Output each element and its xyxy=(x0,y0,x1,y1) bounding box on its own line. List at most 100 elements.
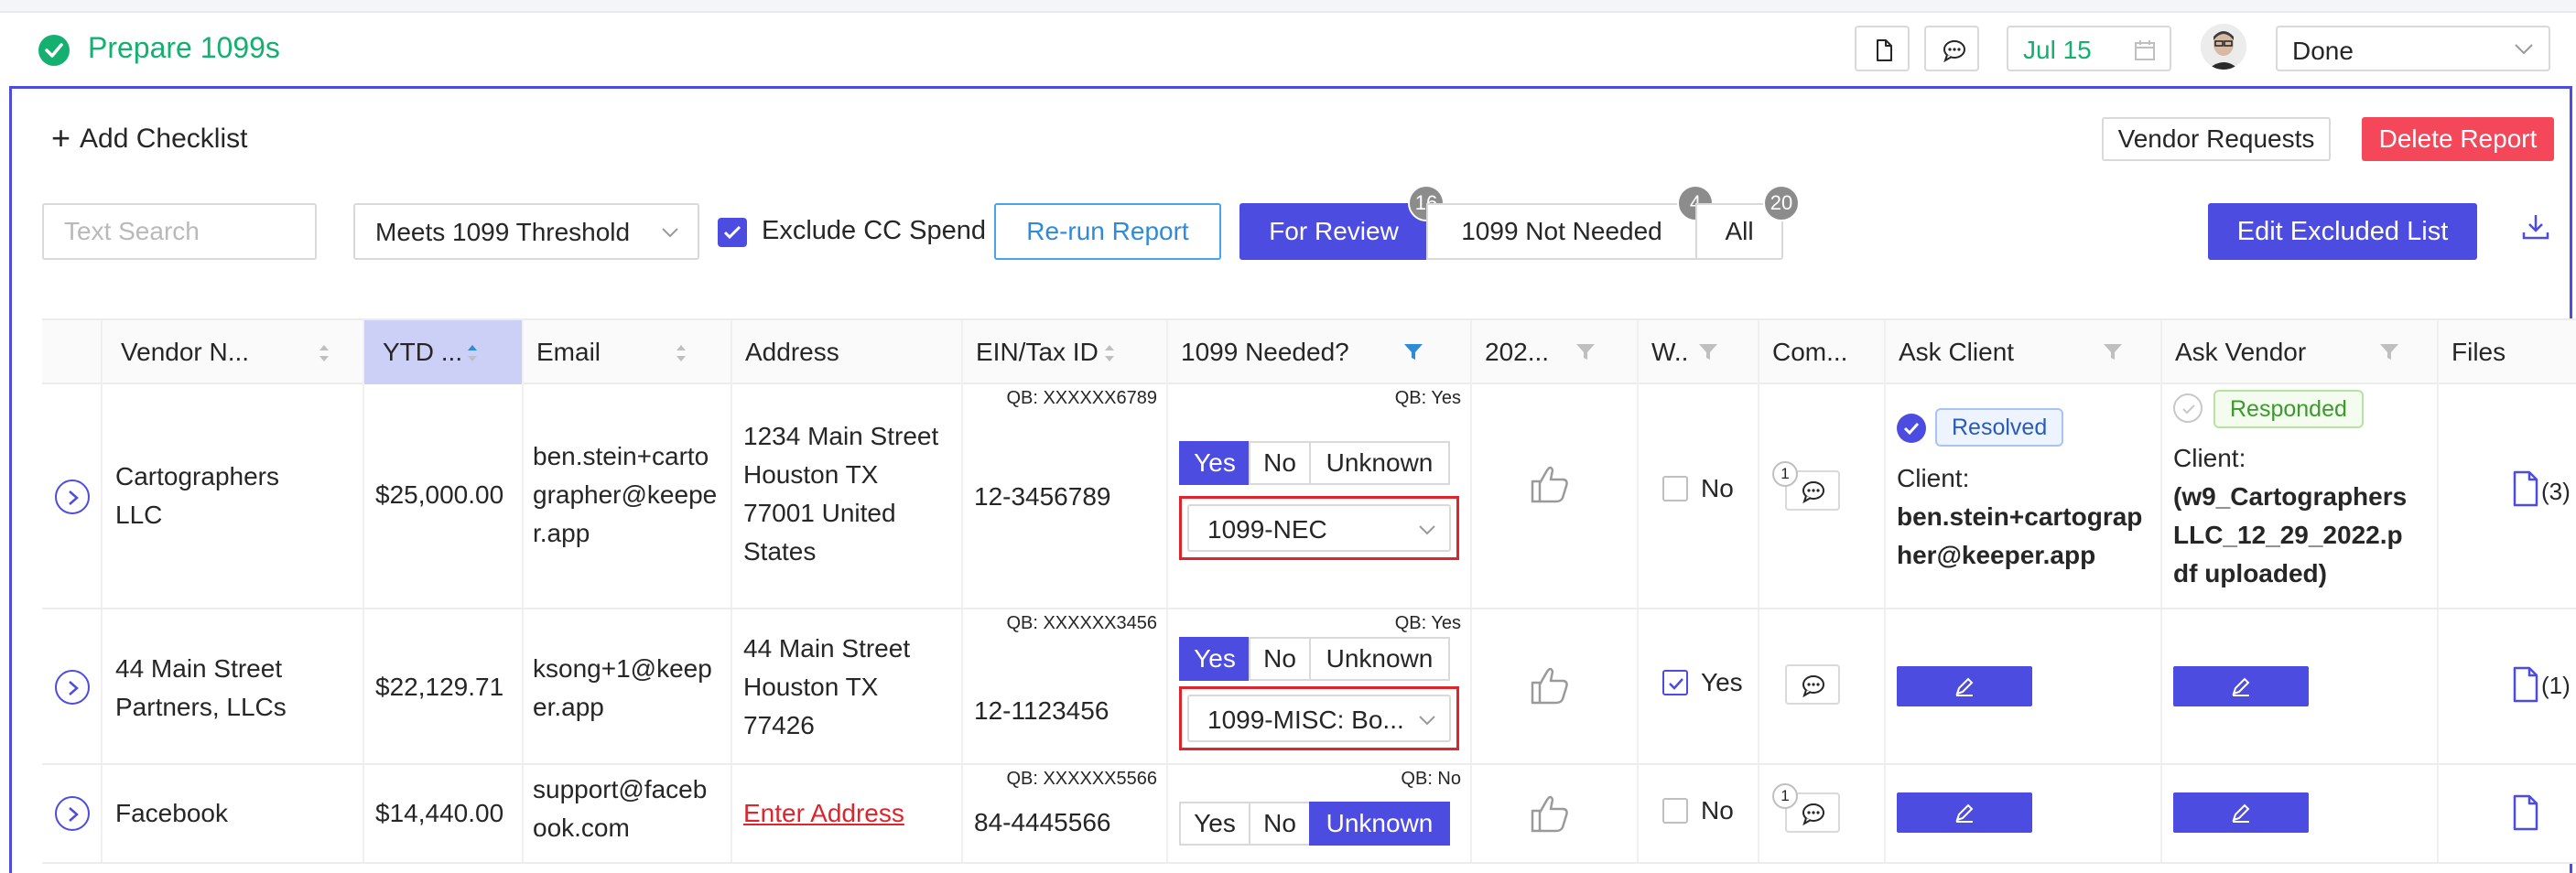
thumbs-up-icon[interactable] xyxy=(1529,664,1571,706)
w9-cell: No xyxy=(1639,765,1759,862)
needed-no-button[interactable]: No xyxy=(1249,441,1311,485)
needed-unknown-button[interactable]: Unknown xyxy=(1309,441,1450,485)
comment-icon xyxy=(1802,675,1824,697)
pencil-icon xyxy=(2232,677,2250,696)
needed-no-button[interactable]: No xyxy=(1249,637,1311,681)
needed-yes-button[interactable]: Yes xyxy=(1179,802,1250,846)
rerun-report-button[interactable]: Re-run Report xyxy=(994,203,1221,260)
comments-button[interactable] xyxy=(1924,26,1979,71)
comment-icon xyxy=(1943,40,1965,62)
vendor-name: Cartographers xyxy=(115,462,279,490)
column-header-vendor[interactable]: Vendor N... xyxy=(103,320,364,384)
address-text: 44 Main Street xyxy=(743,634,911,663)
table-row: Cartographers LLC $25,000.00 ben.stein+c… xyxy=(42,384,2576,609)
column-label: W.. xyxy=(1651,338,1689,366)
column-header-ask-client[interactable]: Ask Client xyxy=(1886,320,2162,384)
download-icon[interactable] xyxy=(2521,212,2550,246)
vendor-requests-button[interactable]: Vendor Requests xyxy=(2102,117,2331,161)
form-type-dropdown[interactable]: 1099-NEC xyxy=(1179,496,1459,560)
filter-icon[interactable] xyxy=(2102,342,2124,362)
delete-report-button[interactable]: Delete Report xyxy=(2362,117,2554,161)
comment-count-badge: 1 xyxy=(1772,461,1798,487)
w9-checkbox[interactable] xyxy=(1662,798,1688,824)
email-text: ksong+1@keep xyxy=(533,654,712,683)
ytd-cell: $22,129.71 xyxy=(364,609,524,763)
column-label: EIN/Tax ID xyxy=(976,338,1099,366)
completed-check-icon[interactable] xyxy=(38,35,70,66)
ein-cell: QB: XXXXXX3456 12-1123456 xyxy=(963,609,1168,763)
form-type-select[interactable]: 1099-NEC xyxy=(1187,504,1451,552)
column-label: 202... xyxy=(1485,338,1550,366)
plus-icon: + xyxy=(51,119,71,156)
column-header-ask-vendor[interactable]: Ask Vendor xyxy=(2162,320,2439,384)
w9-checkbox[interactable] xyxy=(1662,476,1688,501)
status-dropdown[interactable]: Done xyxy=(2276,26,2550,71)
qb-ein-note: QB: XXXXXX3456 xyxy=(1006,613,1157,633)
ask-vendor-edit-button[interactable] xyxy=(2173,666,2309,706)
exclude-cc-checkbox[interactable] xyxy=(718,218,747,247)
column-header-ein[interactable]: EIN/Tax ID xyxy=(963,320,1168,384)
thumbs-up-icon[interactable] xyxy=(1529,463,1571,505)
expand-row-icon[interactable] xyxy=(55,480,90,514)
table-row: 44 Main Street Partners, LLCs $22,129.71… xyxy=(42,609,2576,765)
assignee-avatar[interactable] xyxy=(2201,24,2246,70)
enter-address-link[interactable]: Enter Address xyxy=(743,794,904,833)
threshold-filter-dropdown[interactable]: Meets 1099 Threshold xyxy=(353,203,699,260)
ask-client-cell xyxy=(1886,609,2162,763)
comments-cell: 1 xyxy=(1759,384,1886,608)
add-checklist-button[interactable]: + Add Checklist xyxy=(51,117,247,156)
needed-unknown-button[interactable]: Unknown xyxy=(1309,637,1450,681)
filter-icon[interactable] xyxy=(2378,342,2400,362)
column-label: Email xyxy=(536,338,601,366)
tab-1099-not-needed[interactable]: 1099 Not Needed 4 xyxy=(1426,185,1714,260)
1099-needed-cell: QB: Yes Yes No Unknown 1099-NEC xyxy=(1168,384,1472,608)
column-header-expand xyxy=(42,320,103,384)
ask-vendor-text: Client: xyxy=(2173,444,2246,472)
expand-row-icon[interactable] xyxy=(55,670,90,705)
form-type-dropdown[interactable]: 1099-MISC: Bo... xyxy=(1179,686,1459,750)
address-cell: 1234 Main Street Houston TX 77001 United… xyxy=(732,384,963,608)
comment-button[interactable] xyxy=(1785,664,1840,705)
column-header-2022[interactable]: 202... xyxy=(1472,320,1639,384)
column-header-ytd[interactable]: YTD ... xyxy=(364,320,524,384)
vendor-name-cell: 44 Main Street Partners, LLCs xyxy=(103,609,364,763)
vendor-name: Facebook xyxy=(115,799,228,827)
thumbs-up-icon[interactable] xyxy=(1529,792,1571,835)
sort-icon xyxy=(1105,345,1114,361)
filter-active-icon[interactable] xyxy=(1402,342,1424,362)
ask-client-edit-button[interactable] xyxy=(1897,792,2032,833)
ask-vendor-edit-button[interactable] xyxy=(2173,792,2309,833)
tab-for-review[interactable]: For Review 16 xyxy=(1239,185,1445,260)
filter-icon[interactable] xyxy=(1697,342,1719,362)
expand-row-icon[interactable] xyxy=(55,796,90,831)
file-icon[interactable] xyxy=(2512,470,2539,507)
comment-count-badge: 1 xyxy=(1772,783,1798,809)
needed-yes-button[interactable]: Yes xyxy=(1179,637,1250,681)
column-header-1099-needed[interactable]: 1099 Needed? xyxy=(1168,320,1472,384)
form-type-select[interactable]: 1099-MISC: Bo... xyxy=(1187,695,1451,742)
resolved-check-icon xyxy=(1897,414,1926,443)
needed-unknown-button[interactable]: Unknown xyxy=(1309,802,1450,846)
document-button[interactable] xyxy=(1855,26,1910,71)
form-type-value: 1099-MISC: Bo... xyxy=(1207,706,1404,734)
email-cell: ksong+1@keep er.app xyxy=(524,609,732,763)
filter-icon[interactable] xyxy=(1575,342,1596,362)
needed-no-button[interactable]: No xyxy=(1249,802,1311,846)
tab-all[interactable]: All 20 xyxy=(1695,185,1800,260)
vendor-table: Vendor N... YTD ... Email Address EIN/Ta… xyxy=(42,318,2576,873)
qb-needed-note: QB: Yes xyxy=(1394,388,1461,408)
search-input[interactable] xyxy=(42,203,317,260)
resolved-tag: Resolved xyxy=(1935,408,2064,447)
column-header-w9[interactable]: W.. xyxy=(1639,320,1759,384)
vendor-name-cell: Facebook xyxy=(103,765,364,862)
ask-client-edit-button[interactable] xyxy=(1897,666,2032,706)
expand-cell xyxy=(42,384,103,608)
due-date-picker[interactable]: Jul 15 xyxy=(2007,26,2171,71)
column-header-files: Files xyxy=(2439,320,2576,384)
file-icon[interactable] xyxy=(2512,794,2539,831)
needed-yes-button[interactable]: Yes xyxy=(1179,441,1250,485)
w9-checkbox[interactable] xyxy=(1662,670,1688,695)
column-header-email[interactable]: Email xyxy=(524,320,732,384)
edit-excluded-list-button[interactable]: Edit Excluded List xyxy=(2208,203,2477,260)
file-icon[interactable] xyxy=(2512,666,2539,703)
